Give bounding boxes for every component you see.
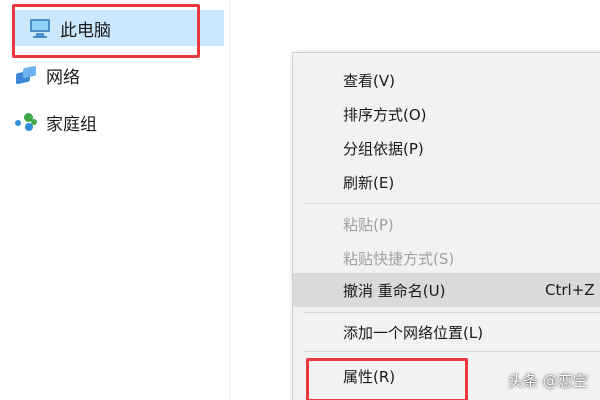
navigation-pane: 此电脑 网络 家庭组 (0, 0, 230, 400)
menu-item-sort-by[interactable]: 排序方式(O) › (293, 97, 600, 131)
nav-item-label: 家庭组 (46, 114, 97, 135)
nav-item-label: 此电脑 (60, 20, 111, 41)
network-icon (14, 63, 38, 87)
menu-item-label: 添加一个网络位置(L) (343, 323, 484, 342)
menu-item-paste-shortcut[interactable]: 粘贴快捷方式(S) (293, 241, 600, 275)
menu-item-label: 分组依据(P) (343, 139, 424, 158)
watermark: 头条 @恋空 (508, 372, 588, 390)
context-menu: 查看(V) › 排序方式(O) › 分组依据(P) › 刷新(E) 粘贴(P) … (292, 52, 600, 400)
nav-item-label: 网络 (46, 67, 80, 88)
nav-item-network[interactable]: 网络 (14, 57, 80, 93)
menu-separator (303, 203, 600, 204)
menu-item-label: 刷新(E) (343, 173, 395, 192)
menu-item-group-by[interactable]: 分组依据(P) › (293, 131, 600, 165)
menu-item-label: 粘贴快捷方式(S) (343, 249, 455, 268)
computer-icon (28, 16, 52, 40)
menu-separator (303, 351, 600, 352)
menu-item-undo-rename[interactable]: 撤消 重命名(U) Ctrl+Z (293, 273, 600, 307)
pane-divider (229, 0, 230, 400)
homegroup-icon (14, 110, 38, 134)
nav-item-homegroup[interactable]: 家庭组 (14, 104, 97, 140)
menu-item-label: 查看(V) (343, 71, 395, 90)
menu-item-label: 属性(R) (343, 367, 396, 386)
menu-item-paste[interactable]: 粘贴(P) (293, 207, 600, 241)
menu-item-add-network-location[interactable]: 添加一个网络位置(L) (293, 315, 600, 349)
menu-item-refresh[interactable]: 刷新(E) (293, 165, 600, 199)
nav-item-this-pc[interactable]: 此电脑 (14, 10, 224, 46)
menu-item-shortcut: Ctrl+Z (545, 281, 595, 299)
menu-separator (303, 312, 600, 313)
menu-item-label: 排序方式(O) (343, 105, 427, 124)
menu-item-label: 粘贴(P) (343, 215, 394, 234)
menu-item-label: 撤消 重命名(U) (343, 281, 446, 300)
menu-item-view[interactable]: 查看(V) › (293, 63, 600, 97)
